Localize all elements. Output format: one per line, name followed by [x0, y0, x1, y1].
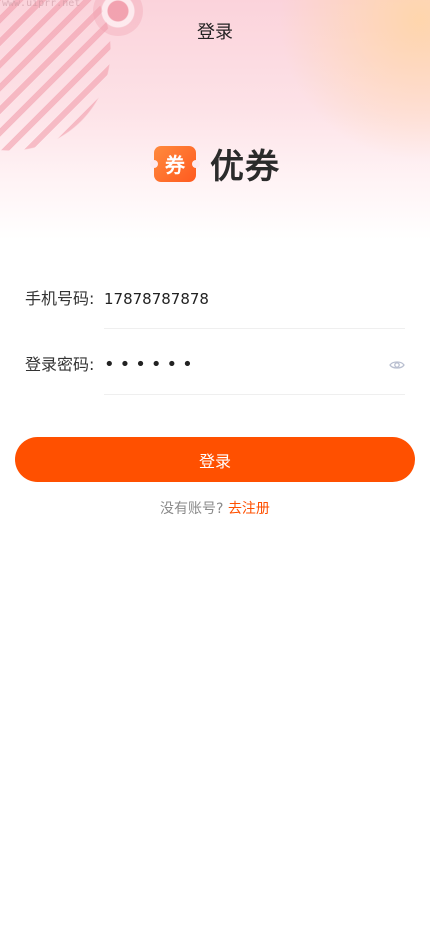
password-field: 登录密码: •••••• [25, 350, 405, 398]
password-label: 登录密码: [25, 355, 95, 374]
eye-icon[interactable] [389, 357, 405, 373]
login-button[interactable]: 登录 [15, 437, 415, 482]
password-input[interactable]: •••••• [104, 350, 198, 380]
watermark: www.uiprr.net [2, 0, 81, 9]
register-prompt: 没有账号? 去注册 [0, 498, 430, 518]
app-logo: 券 优券 [150, 139, 280, 188]
password-divider [104, 394, 405, 395]
page-title: 登录 [197, 22, 233, 43]
login-page: www.uiprr.net 登录 券 优券 手机号码: 登录密码: ••••••… [0, 0, 430, 932]
register-link[interactable]: 去注册 [228, 501, 270, 517]
phone-label: 手机号码: [25, 289, 95, 308]
no-account-text: 没有账号? [160, 501, 224, 517]
phone-field: 手机号码: [25, 284, 405, 332]
phone-divider [104, 328, 405, 329]
app-name: 优券 [210, 147, 280, 187]
phone-input[interactable] [104, 284, 404, 314]
coupon-icon: 券 [150, 145, 200, 182]
